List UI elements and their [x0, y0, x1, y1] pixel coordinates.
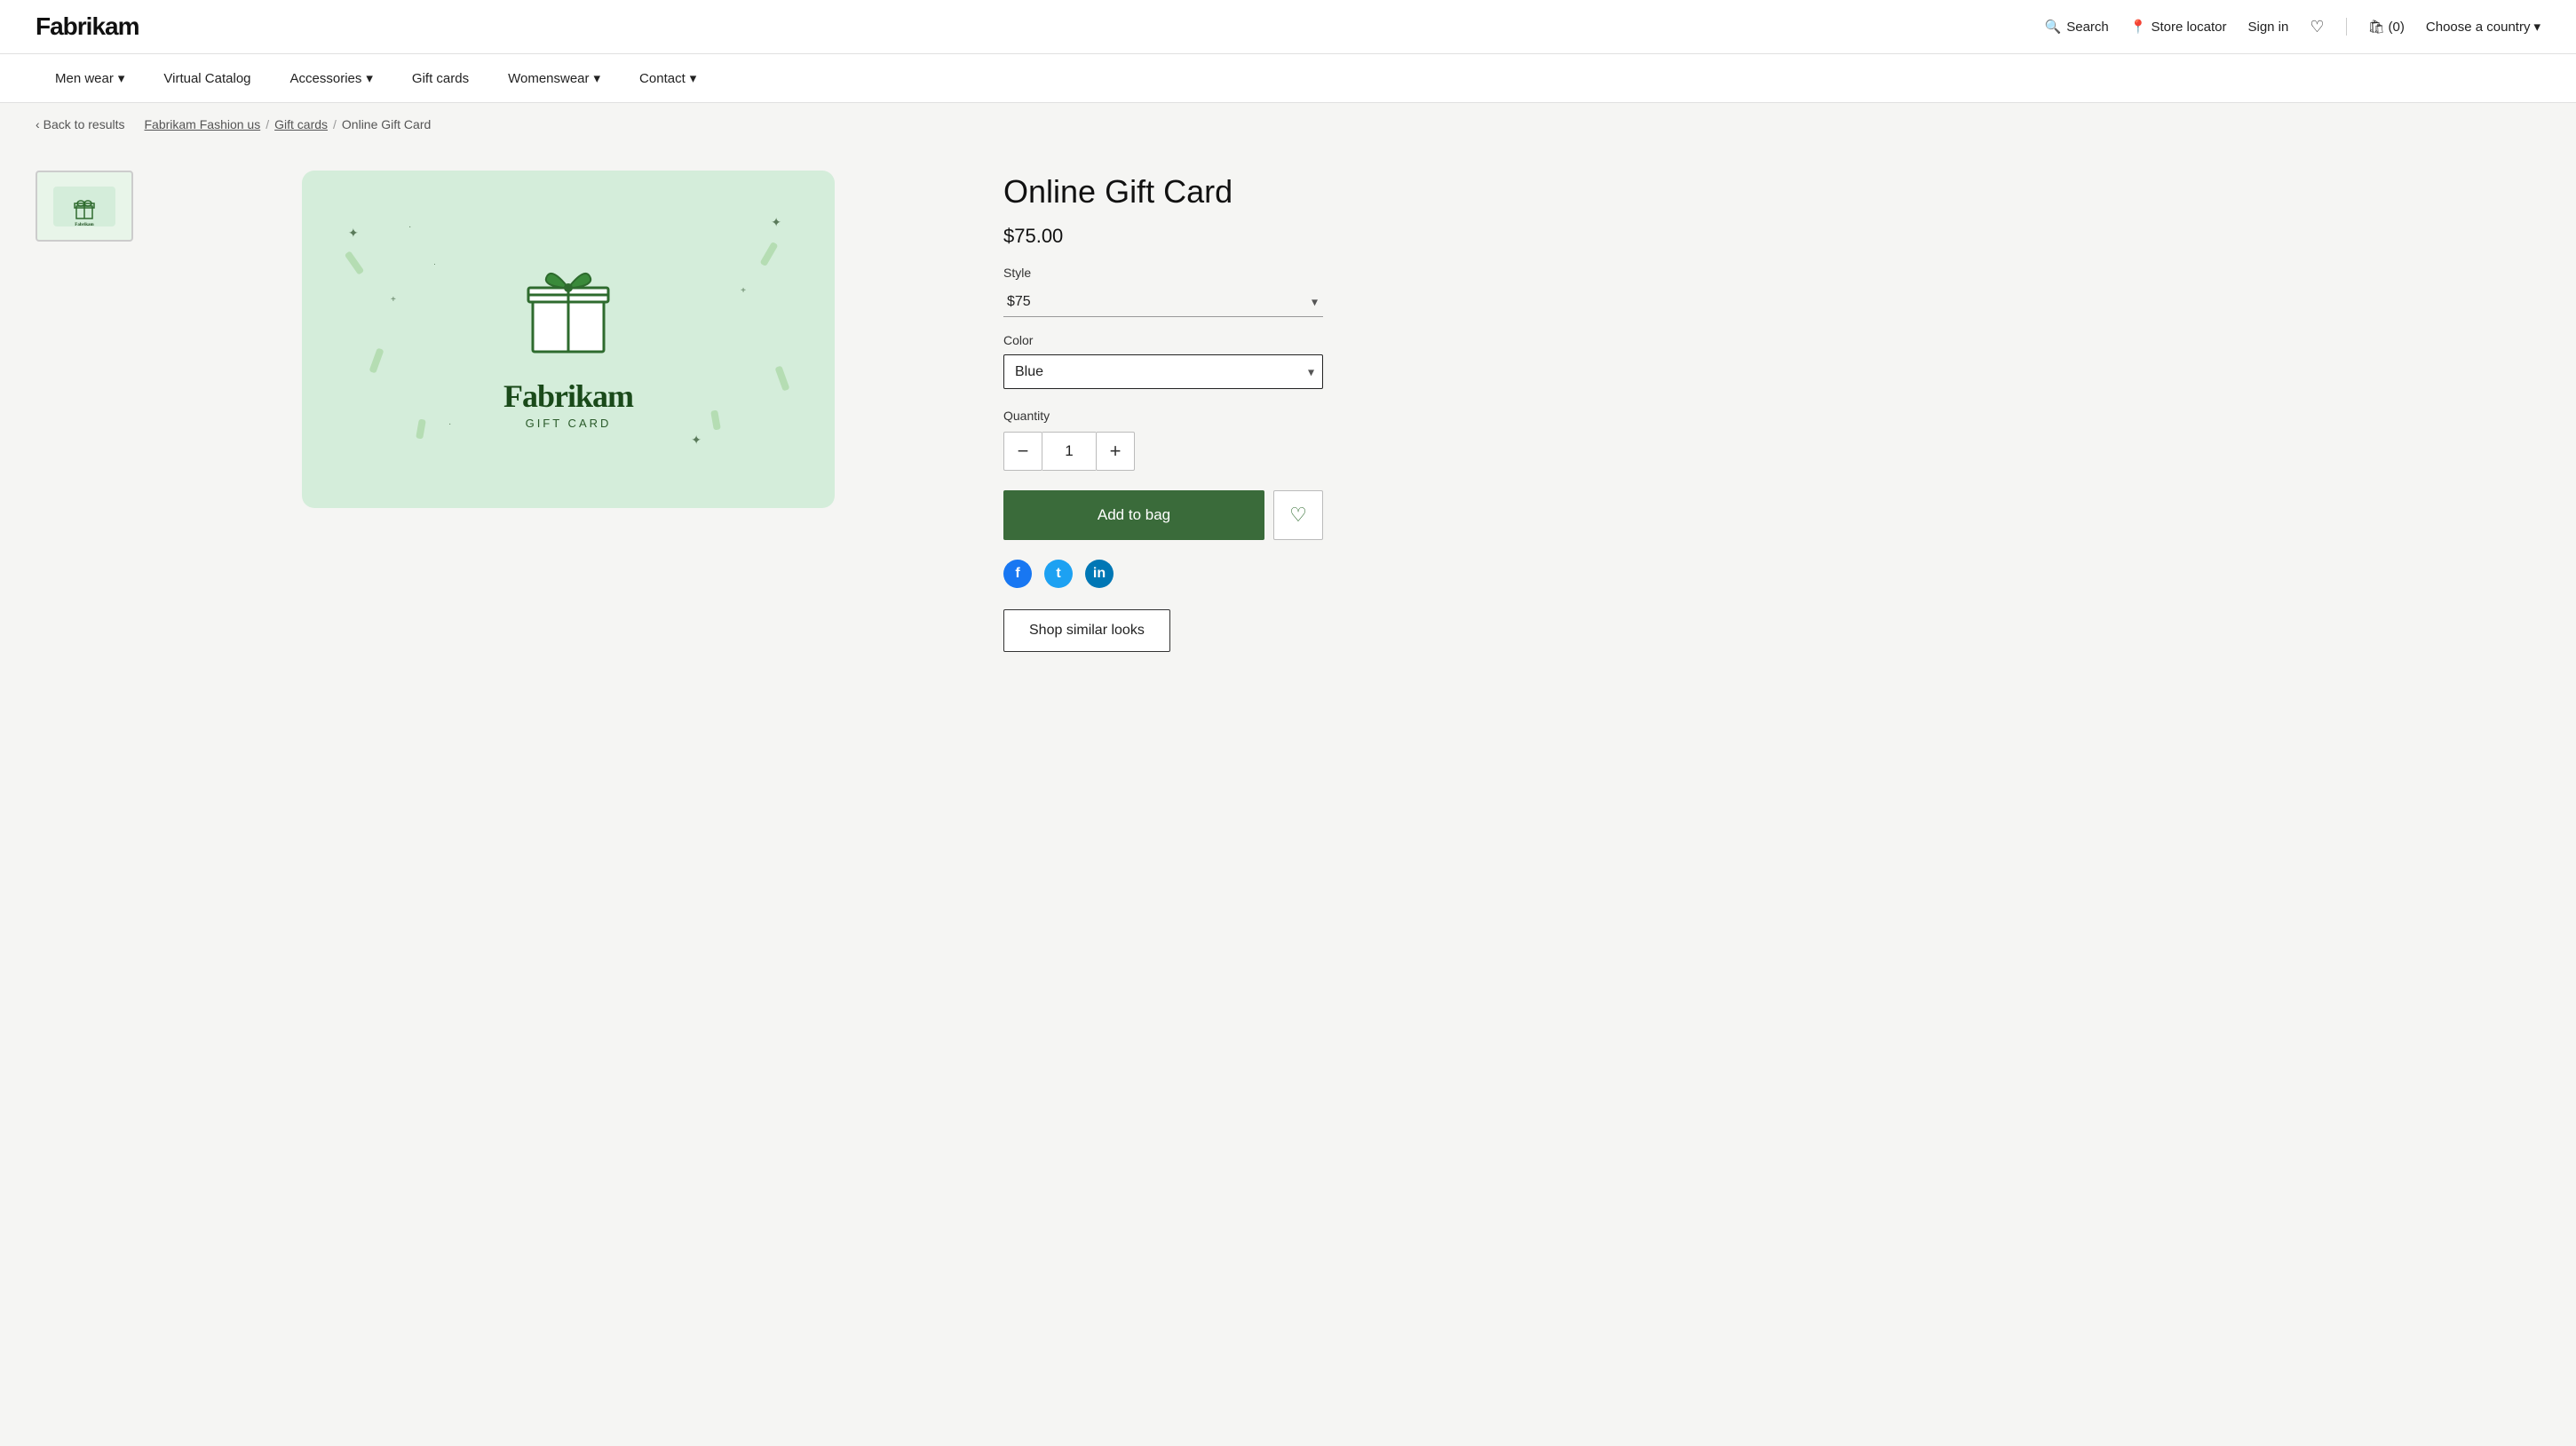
nav-item-menwear[interactable]: Men wear ▾ [36, 54, 144, 102]
breadcrumb-separator: / [333, 117, 337, 131]
twitter-share-button[interactable]: t [1044, 560, 1073, 588]
search-button[interactable]: 🔍 Search [2045, 19, 2109, 35]
facebook-share-button[interactable]: f [1003, 560, 1032, 588]
sparkle-6: · [433, 259, 436, 268]
sparkle-1: ✦ [348, 226, 359, 241]
nav-item-contact[interactable]: Contact ▾ [620, 54, 716, 102]
confetti-2 [369, 347, 384, 373]
quantity-value: 1 [1042, 432, 1096, 471]
header-right: 🔍 Search 📍 Store locator Sign in ♡ 🛍 (0)… [2045, 18, 2540, 36]
heart-icon: ♡ [2310, 18, 2324, 36]
add-to-bag-button[interactable]: Add to bag [1003, 490, 1264, 540]
chevron-left-icon: ‹ [36, 117, 40, 131]
thumbnail-1[interactable]: Fabrikam [36, 171, 133, 242]
chevron-down-icon: ▾ [366, 70, 373, 86]
linkedin-share-button[interactable]: in [1085, 560, 1114, 588]
sparkle-8: · [448, 419, 451, 429]
nav-item-accessories[interactable]: Accessories ▾ [271, 54, 392, 102]
breadcrumb-giftcards[interactable]: Gift cards [274, 117, 328, 131]
vertical-divider [2346, 18, 2347, 36]
product-thumbnails: Fabrikam [36, 163, 133, 687]
chevron-down-icon: ▾ [690, 70, 697, 86]
style-select-wrapper: $25 $50 $75 $100 $150 $200 ▾ [1003, 287, 1323, 317]
breadcrumb: ‹ Back to results Fabrikam Fashion us / … [0, 103, 2576, 146]
sparkle-2: + [391, 295, 396, 305]
style-select[interactable]: $25 $50 $75 $100 $150 $200 [1003, 287, 1323, 317]
sparkle-4: ✦ [771, 215, 781, 230]
quantity-control: − 1 + [1003, 432, 1323, 471]
gift-box-svg [515, 250, 622, 365]
product-image-wrapper: ✦ + · ✦ + · ✦ · [169, 163, 968, 687]
color-select[interactable]: Blue Green Red Purple [1003, 354, 1323, 389]
confetti-5 [416, 418, 426, 439]
location-icon: 📍 [2130, 19, 2147, 35]
chevron-down-icon: ▾ [594, 70, 601, 86]
store-locator-button[interactable]: 📍 Store locator [2130, 19, 2227, 35]
product-area: Fabrikam ✦ + · ✦ + · ✦ · [0, 146, 2576, 723]
nav-item-womenswear[interactable]: Womenswear ▾ [488, 54, 620, 102]
product-price: $75.00 [1003, 225, 1323, 248]
heart-outline-icon: ♡ [1289, 504, 1307, 527]
bag-count: (0) [2389, 20, 2405, 35]
choose-country-label: Choose a country [2426, 20, 2531, 35]
add-to-bag-row: Add to bag ♡ [1003, 490, 1323, 540]
breadcrumb-current: Online Gift Card [342, 117, 431, 131]
sparkle-7: ✦ [691, 433, 701, 448]
thumbnail-image: Fabrikam [53, 187, 115, 226]
gift-card-image: ✦ + · ✦ + · ✦ · [302, 171, 835, 508]
wishlist-button[interactable]: ♡ [2310, 18, 2324, 36]
breadcrumb-separator: / [266, 117, 269, 131]
logo: Fabrikam [36, 12, 139, 41]
back-to-results-link[interactable]: ‹ Back to results [36, 117, 125, 131]
confetti-4 [774, 365, 789, 391]
sparkle-5: + [741, 286, 746, 296]
color-label: Color [1003, 333, 1323, 347]
chevron-down-icon: ▾ [118, 70, 125, 86]
confetti-6 [710, 409, 721, 430]
shop-similar-button[interactable]: Shop similar looks [1003, 609, 1170, 652]
choose-country-button[interactable]: Choose a country ▾ [2426, 19, 2540, 35]
quantity-decrement-button[interactable]: − [1003, 432, 1042, 471]
header: Fabrikam 🔍 Search 📍 Store locator Sign i… [0, 0, 2576, 54]
product-title: Online Gift Card [1003, 172, 1323, 211]
sign-in-button[interactable]: Sign in [2247, 20, 2288, 35]
search-icon: 🔍 [2045, 19, 2062, 35]
nav-item-virtualcatalog[interactable]: Virtual Catalog [144, 55, 270, 102]
main-nav: Men wear ▾ Virtual Catalog Accessories ▾… [0, 54, 2576, 103]
gift-card-brand: Fabrikam [503, 377, 633, 415]
breadcrumb-home[interactable]: Fabrikam Fashion us [145, 117, 261, 131]
sparkle-3: · [408, 222, 411, 232]
svg-text:Fabrikam: Fabrikam [75, 223, 94, 226]
chevron-down-icon: ▾ [2533, 19, 2540, 35]
confetti-1 [345, 250, 365, 275]
store-locator-label: Store locator [2151, 20, 2226, 35]
quantity-increment-button[interactable]: + [1096, 432, 1135, 471]
bag-icon: 🛍 [2368, 19, 2385, 35]
nav-item-giftcards[interactable]: Gift cards [392, 55, 488, 102]
add-to-wishlist-button[interactable]: ♡ [1273, 490, 1323, 540]
search-label: Search [2066, 20, 2109, 35]
sign-in-label: Sign in [2247, 20, 2288, 35]
color-select-wrapper: Blue Green Red Purple ▾ [1003, 354, 1323, 389]
quantity-label: Quantity [1003, 409, 1323, 423]
gift-card-subtitle: GIFT CARD [526, 417, 612, 430]
bag-button[interactable]: 🛍 (0) [2368, 19, 2405, 35]
product-details: Online Gift Card $75.00 Style $25 $50 $7… [1003, 163, 1323, 687]
social-share-row: f t in [1003, 560, 1323, 588]
style-label: Style [1003, 266, 1323, 280]
confetti-3 [760, 242, 779, 266]
